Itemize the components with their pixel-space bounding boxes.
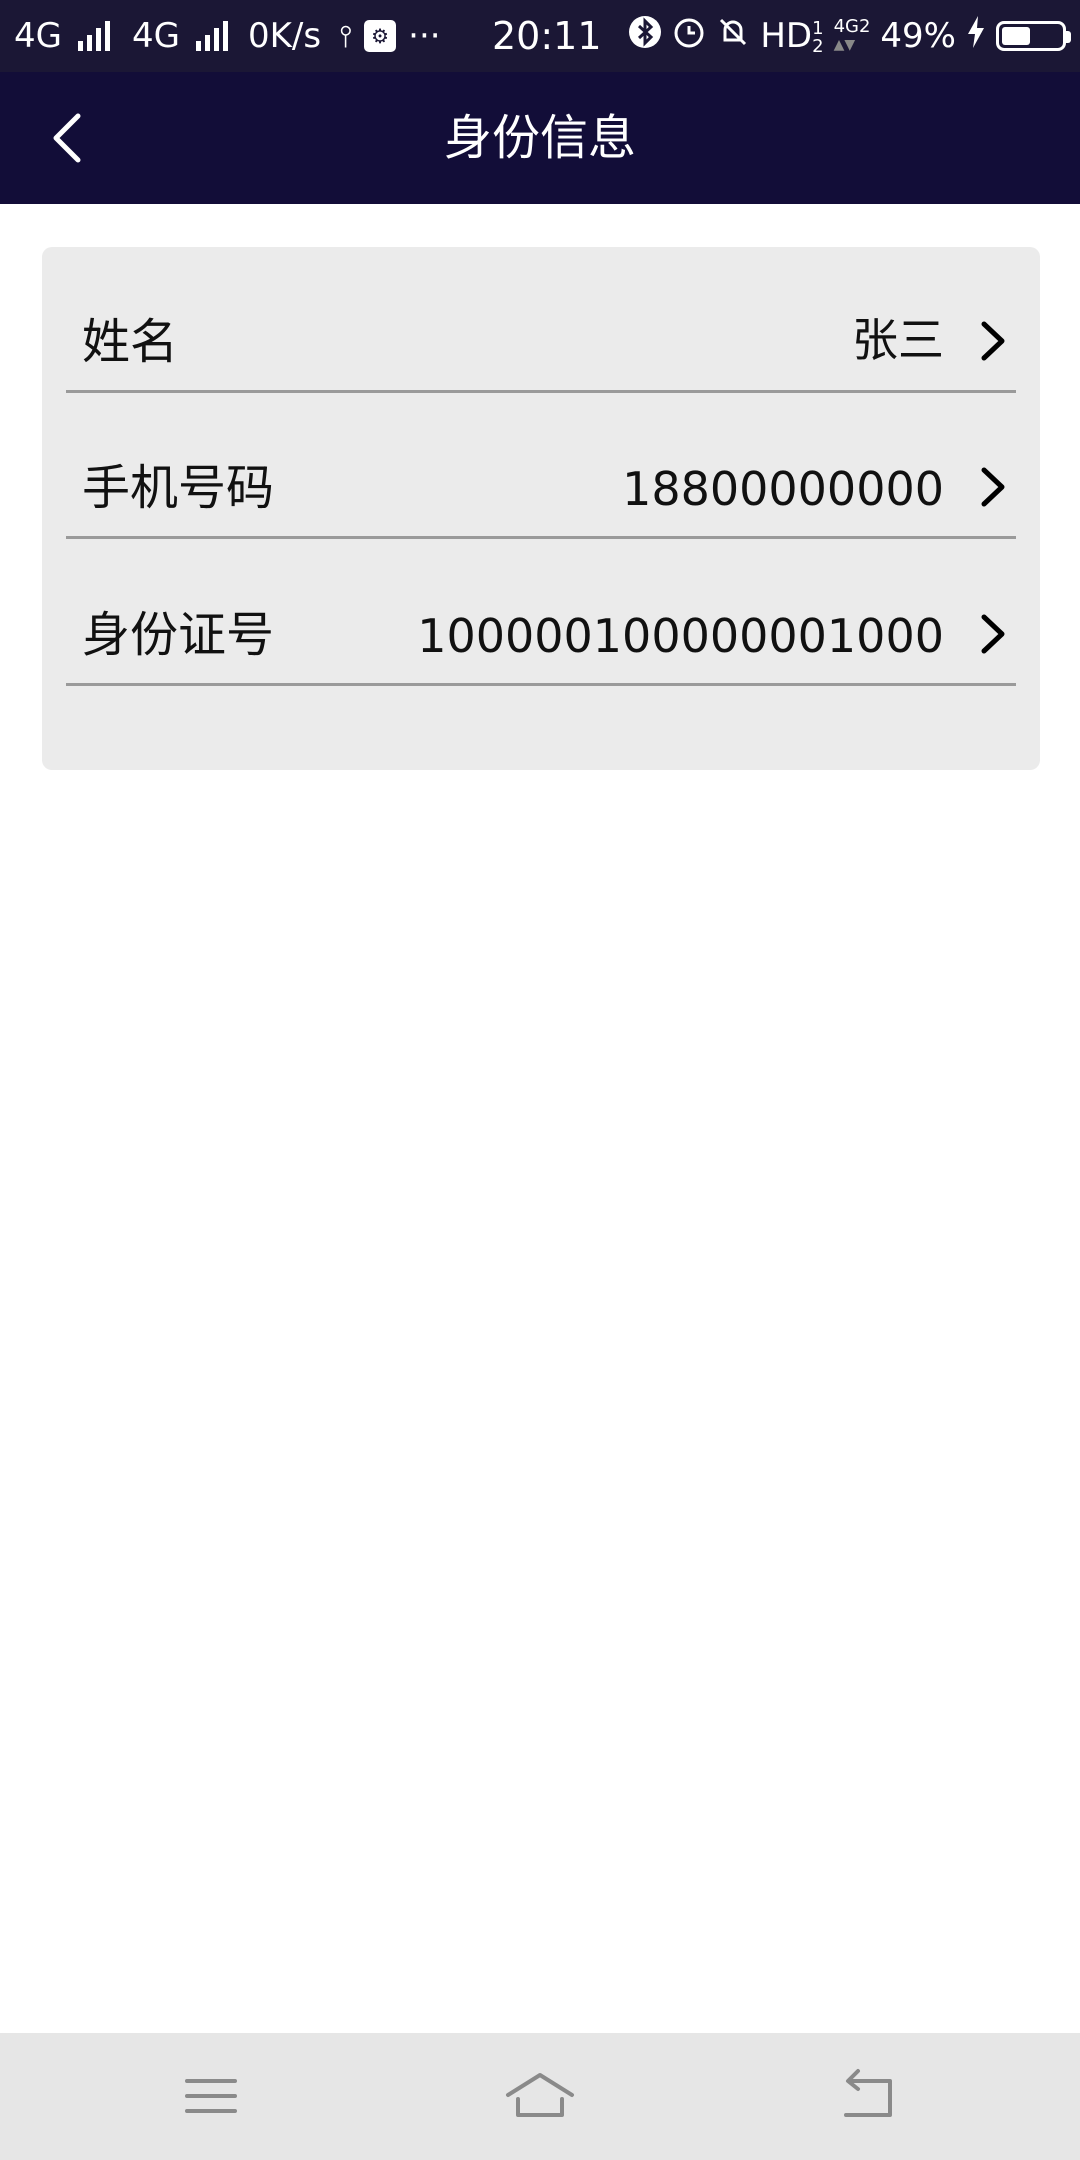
network-label-1: 4G: [14, 16, 62, 56]
menu-button[interactable]: [171, 2061, 251, 2131]
battery-percent: 49%: [880, 16, 956, 56]
signal-icon-1: [77, 21, 110, 51]
bluetooth-icon: [628, 15, 662, 58]
status-bar: 4G 4G 0K/s ⫯ ⚙ ··· 20:11 HD 1 2 4G2 ▲▼ 49%: [0, 0, 1080, 72]
identity-info-card: 姓名 张三 手机号码 18800000000 身份证号 100000100000…: [42, 247, 1040, 770]
id-number-label: 身份证号: [82, 607, 275, 663]
return-button[interactable]: [828, 2061, 908, 2131]
usb-icon: ⫯: [339, 18, 353, 54]
row-phone[interactable]: 手机号码 18800000000: [66, 393, 1016, 539]
app-header: 身份信息: [0, 72, 1080, 204]
id-number-value: 100000100000001000: [417, 609, 944, 663]
row-id-number[interactable]: 身份证号 100000100000001000: [66, 540, 1016, 686]
net-small-indicator: 4G2 ▲▼: [833, 16, 871, 54]
row-name[interactable]: 姓名 张三: [66, 247, 1016, 393]
network-label-2: 4G: [131, 16, 180, 56]
chevron-right-icon: [981, 614, 1005, 654]
hd-indicator: HD 1 2: [760, 16, 824, 57]
usb-debug-icon: ⚙: [364, 20, 397, 52]
phone-value: 18800000000: [622, 462, 944, 516]
page-title: 身份信息: [443, 110, 636, 166]
menu-icon: [185, 2079, 237, 2113]
home-icon: [506, 2073, 574, 2117]
name-value: 张三: [852, 313, 944, 367]
battery-icon: [996, 21, 1071, 51]
name-label: 姓名: [82, 314, 179, 370]
mute-bell-icon: [716, 15, 750, 58]
alarm-icon: [672, 15, 706, 58]
home-button[interactable]: [500, 2061, 580, 2131]
chevron-right-icon: [981, 467, 1005, 507]
charging-icon: [966, 15, 986, 57]
return-arrow-icon: [844, 2069, 892, 2117]
signal-icon-2: [195, 21, 228, 51]
clock: 20:11: [492, 14, 602, 58]
system-nav-bar: [0, 2033, 1080, 2160]
more-notifications-icon: ···: [408, 16, 441, 56]
network-speed: 0K/s: [247, 16, 322, 56]
chevron-right-icon: [981, 321, 1005, 361]
phone-label: 手机号码: [82, 460, 275, 516]
